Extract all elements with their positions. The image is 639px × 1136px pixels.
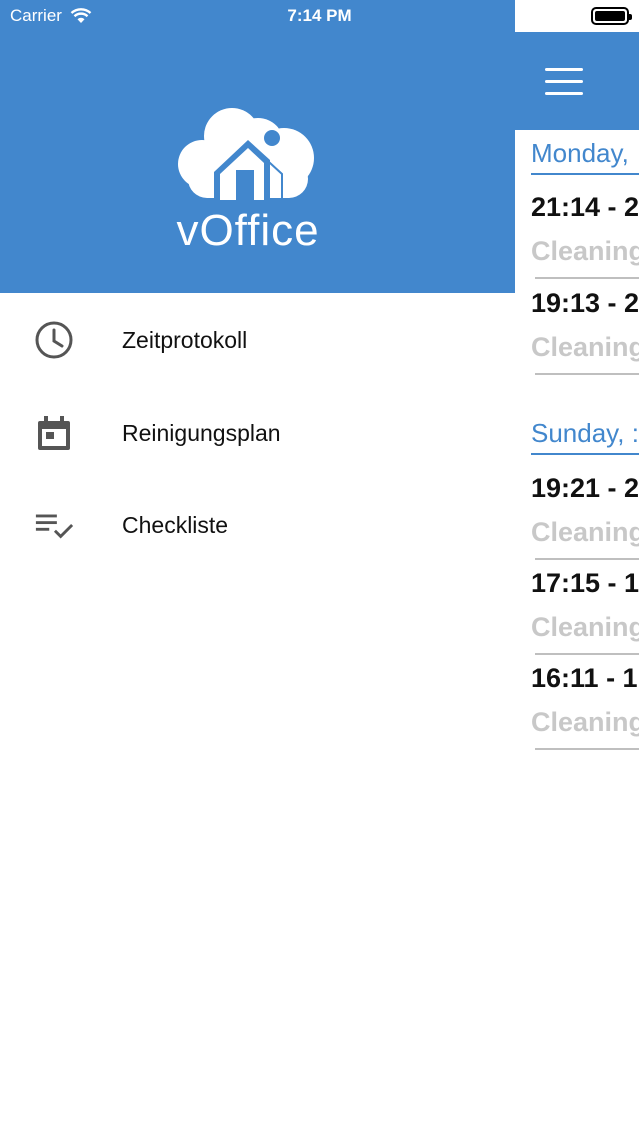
menu-item-reinigungsplan[interactable]: Reinigungsplan <box>0 387 515 479</box>
entry-task: Cleaning <box>531 707 639 737</box>
logo-text: vOffice <box>176 206 320 255</box>
hamburger-menu-icon[interactable] <box>545 68 583 95</box>
menu-label: Checkliste <box>122 511 229 538</box>
day-header-monday: Monday, <box>531 138 639 175</box>
main-panel: Monday, 21:14 - 2 Cleaning 19:13 - 2 Cle… <box>515 0 639 1136</box>
entry-task: Cleaning <box>531 236 639 266</box>
carrier-label: Carrier <box>10 6 62 25</box>
entry-separator <box>535 653 639 655</box>
entry-separator <box>535 558 639 560</box>
entry-time[interactable]: 19:13 - 2 <box>531 288 639 319</box>
status-bar: Carrier 7:14 PM <box>0 0 639 32</box>
battery-icon <box>591 7 632 25</box>
checklist-icon <box>34 505 74 545</box>
navigation-drawer: vOffice Zeitprotokoll Reinigungsplan Che… <box>0 0 515 1136</box>
entry-time[interactable]: 17:15 - 1 <box>531 568 639 599</box>
entry-time[interactable]: 16:11 - 1 <box>531 663 638 694</box>
entry-separator <box>535 373 639 375</box>
entry-task: Cleaning <box>531 517 639 547</box>
menu-label: Zeitprotokoll <box>122 326 248 353</box>
wifi-icon <box>70 8 92 23</box>
entry-separator <box>535 748 639 750</box>
status-left: Carrier <box>10 6 92 26</box>
screen: Monday, 21:14 - 2 Cleaning 19:13 - 2 Cle… <box>0 0 639 1136</box>
entry-task: Cleaning <box>531 612 639 642</box>
main-header <box>515 32 639 130</box>
entry-task: Cleaning <box>531 332 639 362</box>
day-header-sunday: Sunday, : <box>531 418 639 455</box>
menu-item-zeitprotokoll[interactable]: Zeitprotokoll <box>0 294 515 386</box>
status-time: 7:14 PM <box>287 6 352 25</box>
clock-icon <box>34 320 74 360</box>
entry-time[interactable]: 19:21 - 2 <box>531 473 639 504</box>
drawer-header: vOffice <box>0 0 515 293</box>
entry-separator <box>535 277 639 279</box>
menu-label: Reinigungsplan <box>122 419 281 446</box>
entry-time[interactable]: 21:14 - 2 <box>531 192 639 223</box>
calendar-icon <box>34 413 74 453</box>
menu-item-checkliste[interactable]: Checkliste <box>0 479 515 571</box>
